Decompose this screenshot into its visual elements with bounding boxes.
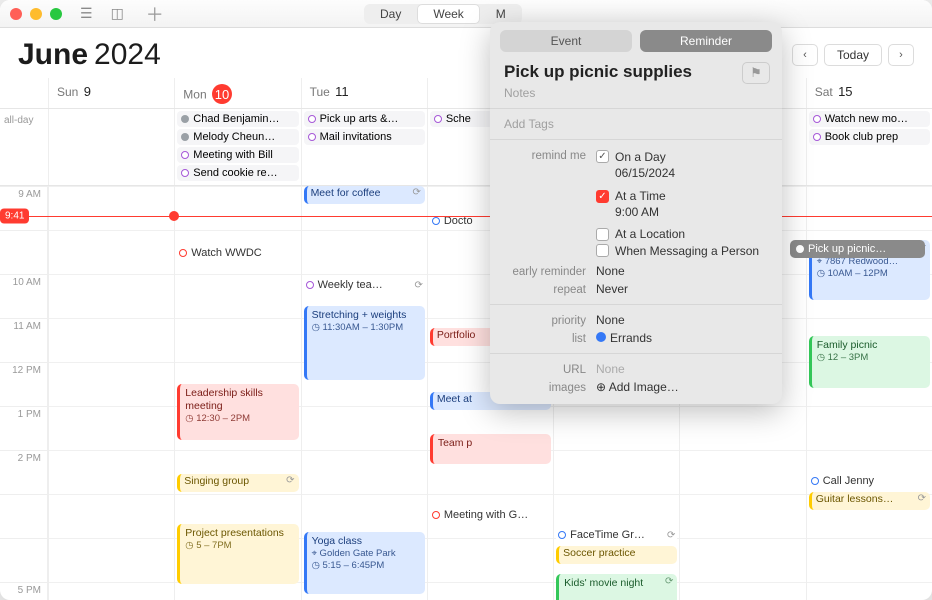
allday-event[interactable]: Chad Benjamin… xyxy=(177,111,298,127)
url-label: URL xyxy=(504,362,586,376)
url-value[interactable]: None xyxy=(596,362,768,376)
add-event-button[interactable]: ＋ xyxy=(146,1,164,27)
reminder-time[interactable]: 9:00 AM xyxy=(615,205,768,219)
event-block[interactable]: Yoga class⌖ Golden Gate Park◷ 5:15 – 6:4… xyxy=(304,532,425,594)
inbox-icon[interactable]: ◫ xyxy=(111,5,124,22)
flag-button[interactable]: ⚑ xyxy=(742,62,770,84)
allday-event[interactable]: Pick up arts &… xyxy=(304,111,425,127)
current-time-indicator: 9:41 xyxy=(0,209,29,224)
calendar-header: June 2024 ‹ Today › xyxy=(0,28,932,78)
view-segmented-control[interactable]: Day Week M xyxy=(364,4,522,24)
prev-week-button[interactable]: ‹ xyxy=(792,44,818,66)
repeat-label: repeat xyxy=(504,282,586,296)
remind-me-label: remind me xyxy=(504,148,586,162)
next-week-button[interactable]: › xyxy=(888,44,914,66)
window-minimize-button[interactable] xyxy=(30,8,42,20)
popover-tab-event[interactable]: Event xyxy=(500,30,632,52)
allday-mon[interactable]: Chad Benjamin… Melody Cheun… Meeting with … xyxy=(174,109,300,185)
allday-event[interactable]: Meeting with Bill xyxy=(177,147,298,163)
event-bar[interactable]: Guitar lessons…⟳ xyxy=(809,492,930,510)
popover-title[interactable]: Pick up picnic supplies xyxy=(490,58,782,84)
list-value[interactable]: Errands xyxy=(596,331,768,345)
tags-field[interactable]: Add Tags xyxy=(490,115,782,133)
allday-event[interactable]: Send cookie re… xyxy=(177,165,298,181)
allday-tue[interactable]: Pick up arts &… Mail invitations xyxy=(301,109,427,185)
reminder-popover: Event Reminder ⚑ Pick up picnic supplies… xyxy=(490,22,782,404)
reminder-date[interactable]: 06/15/2024 xyxy=(615,166,768,180)
early-reminder-label: early reminder xyxy=(504,264,586,278)
event-tiny[interactable]: Watch WWDC xyxy=(177,244,298,262)
reminder-chip-pickup[interactable]: Pick up picnic… xyxy=(790,240,925,258)
day-header-sun: Sun 9 xyxy=(48,78,174,108)
view-month-tab[interactable]: M xyxy=(480,4,522,24)
event-bar[interactable]: Soccer practice xyxy=(556,546,677,564)
allday-event[interactable]: Watch new mo… xyxy=(809,111,930,127)
day-header-sat: Sat 15 xyxy=(806,78,932,108)
at-a-time-checkbox[interactable]: ✓ xyxy=(596,190,609,203)
event-block[interactable]: Project presentations◷ 5 – 7PM xyxy=(177,524,298,584)
event-tiny[interactable]: Call Jenny xyxy=(809,472,930,490)
allday-event[interactable]: Melody Cheun… xyxy=(177,129,298,145)
event-bar[interactable]: Singing group⟳ xyxy=(177,474,298,492)
on-a-day-checkbox[interactable]: ✓ xyxy=(596,150,609,163)
event-tiny[interactable]: FaceTime Gr…⟳ xyxy=(556,526,677,544)
event-block[interactable]: Family picnic◷ 12 – 3PM xyxy=(809,336,930,388)
col-mon[interactable]: Watch WWDC Leadership skills meeting◷ 12:… xyxy=(174,186,300,600)
images-label: images xyxy=(504,380,586,394)
early-reminder-value[interactable]: None xyxy=(596,264,768,278)
allday-row: all-day Chad Benjamin… Melody Cheun… Meeti… xyxy=(0,109,932,186)
allday-event[interactable]: Mail invitations xyxy=(304,129,425,145)
at-location-checkbox[interactable] xyxy=(596,228,609,241)
view-day-tab[interactable]: Day xyxy=(364,4,417,24)
window-close-button[interactable] xyxy=(10,8,22,20)
notes-field[interactable]: Notes xyxy=(490,84,782,102)
event-block[interactable]: Leadership skills meeting◷ 12:30 – 2PM xyxy=(177,384,298,440)
hour-labels: 9 AM10 AM11 AM12 PM1 PM2 PM5 PM xyxy=(0,186,48,600)
month-label: June xyxy=(18,38,88,72)
popover-tab-reminder[interactable]: Reminder xyxy=(640,30,772,52)
view-week-tab[interactable]: Week xyxy=(417,4,479,24)
when-messaging-checkbox[interactable] xyxy=(596,244,609,257)
event-bar[interactable]: Meet for coffee⟳ xyxy=(304,186,425,204)
window-zoom-button[interactable] xyxy=(50,8,62,20)
event-block[interactable]: Stretching + weights◷ 11:30AM – 1:30PM xyxy=(304,306,425,380)
list-label: list xyxy=(504,331,586,345)
day-header-mon: Mon 10 xyxy=(174,78,300,108)
event-block[interactable]: Kids' movie night⟳ xyxy=(556,574,677,600)
images-value[interactable]: ⊕ Add Image… xyxy=(596,380,768,394)
priority-value[interactable]: None xyxy=(596,313,768,327)
col-tue[interactable]: Meet for coffee⟳ Weekly tea…⟳ Stretching +… xyxy=(301,186,427,600)
week-nav: ‹ Today › xyxy=(792,44,914,66)
sidebar-toggle-icon[interactable]: ☰ xyxy=(80,5,93,22)
year-label: 2024 xyxy=(94,38,161,72)
allday-sun[interactable] xyxy=(48,109,174,185)
event-block[interactable]: Team p xyxy=(430,434,551,464)
event-tiny[interactable]: Weekly tea…⟳ xyxy=(304,276,425,294)
today-button[interactable]: Today xyxy=(824,44,882,66)
event-tiny[interactable]: Meeting with G… xyxy=(430,506,551,524)
window-titlebar: ☰ ◫ ＋ Day Week M xyxy=(0,0,932,28)
priority-label: priority xyxy=(504,313,586,327)
col-sun[interactable] xyxy=(48,186,174,600)
allday-event[interactable]: Book club prep xyxy=(809,129,930,145)
day-headers: Sun 9 Mon 10 Tue 11 Sat 15 xyxy=(0,78,932,109)
allday-sat[interactable]: Watch new mo… Book club prep xyxy=(806,109,932,185)
repeat-value[interactable]: Never xyxy=(596,282,768,296)
day-header-tue: Tue 11 xyxy=(301,78,427,108)
allday-label: all-day xyxy=(0,109,48,185)
